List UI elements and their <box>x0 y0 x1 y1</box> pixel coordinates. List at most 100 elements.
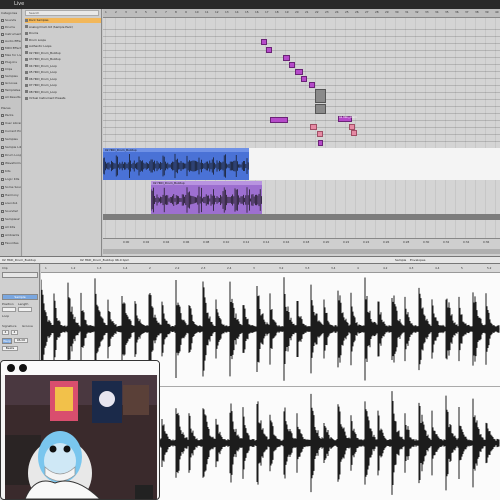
place-item[interactable]: Some Sources <box>1 185 21 190</box>
category-item[interactable]: Audio Effects <box>1 39 21 44</box>
midi-note[interactable] <box>315 104 326 114</box>
place-item[interactable]: Sounds2 <box>1 209 21 214</box>
midi-note[interactable] <box>261 39 267 45</box>
minimize-dot-icon[interactable] <box>19 364 27 372</box>
track-divider <box>103 85 500 86</box>
file-row[interactable]: 07 HKD_Drum_Loop <box>25 83 101 88</box>
warp-button[interactable]: Warp <box>2 338 12 344</box>
webcam-overlay <box>0 360 160 500</box>
place-item[interactable]: Sample Library <box>1 145 21 150</box>
category-item[interactable]: Instruments <box>1 32 21 37</box>
ruler-tick: 21 <box>305 10 309 14</box>
place-icon <box>1 137 4 141</box>
loop-label: Loop <box>2 314 10 318</box>
browser-search-input[interactable]: Search <box>25 10 99 16</box>
place-item[interactable]: Packs <box>1 113 21 118</box>
file-row[interactable]: 04 HKD_Drum_Loop <box>25 64 101 69</box>
place-item[interactable]: Kits <box>1 169 21 174</box>
file-row[interactable]: Virtual Instrument Presets <box>25 96 101 101</box>
midi-note[interactable] <box>301 76 307 82</box>
file-row[interactable]: 05 HKD_Drum_Loop <box>25 70 101 75</box>
envelope-tab[interactable]: Envelopes <box>410 258 425 262</box>
category-item[interactable]: MIDI Effects <box>1 46 21 51</box>
midi-note[interactable] <box>289 62 295 68</box>
arrangement-time-ruler[interactable]: 0:00 0:02 0:04 0:06 0:08 0:10 0:12 0:14 0:16 0:18… <box>103 238 500 256</box>
track-divider <box>103 120 500 121</box>
category-item[interactable]: Templates <box>1 88 21 93</box>
file-row[interactable]: 03 HKD_Drum_Buildup <box>25 57 101 62</box>
file-row[interactable]: Rock Samples <box>25 18 101 23</box>
sample-tab[interactable]: Sample <box>395 258 406 262</box>
midi-note[interactable] <box>283 55 290 61</box>
time-tick: 0:06 <box>183 240 190 244</box>
place-item[interactable]: Samples2 <box>1 217 21 222</box>
sig-num-field[interactable]: 4 <box>2 330 9 335</box>
position-field[interactable] <box>2 307 16 312</box>
place-item[interactable]: Samples <box>1 137 21 142</box>
length-field[interactable] <box>18 307 32 312</box>
place-icon <box>1 193 4 197</box>
ruler-tick: 32 <box>415 10 419 14</box>
category-item[interactable]: Drums <box>1 25 21 30</box>
ruler-tick: 27 <box>365 10 369 14</box>
midi-note[interactable] <box>266 47 272 53</box>
file-row[interactable]: 06 HKD_Drum_Loop <box>25 77 101 82</box>
midi-note[interactable] <box>317 131 323 137</box>
file-row[interactable]: Authentic Loops <box>25 44 101 49</box>
sample-button[interactable]: Sample <box>2 294 38 300</box>
close-dot-icon[interactable] <box>7 364 15 372</box>
file-icon <box>25 64 28 67</box>
place-item[interactable]: Ambients <box>1 233 21 238</box>
midi-note[interactable] <box>309 82 315 88</box>
audio-clip-1[interactable]: 02 HKD_Drum_Buildup <box>103 148 249 180</box>
place-item[interactable]: Drum Loops <box>1 153 21 158</box>
position-label: Position <box>2 302 14 306</box>
place-item[interactable]: sounds1 <box>1 201 21 206</box>
file-row[interactable]: Analog Drum Kit (Sample Pack) <box>25 25 101 30</box>
file-name: Virtual Instrument Presets <box>29 96 66 100</box>
category-item[interactable]: Plug-Ins <box>1 60 21 65</box>
midi-note[interactable] <box>318 140 323 146</box>
browser-sidebar: Categories Sounds Drums Instruments Audio Ef… <box>0 9 22 256</box>
arrangement-ruler[interactable]: 1 2 3 4 5 6 7 8 9 10 11 12 13 14 15 16 17 18 19 20 21 22 23 24 2… <box>103 9 500 18</box>
place-item[interactable]: Harmony <box>1 193 21 198</box>
scroll-bar[interactable] <box>103 249 500 254</box>
file-row[interactable]: 02 HKD_Drum_Buildup <box>25 51 101 56</box>
signature-label: Signature <box>2 324 17 328</box>
place-icon <box>1 209 4 213</box>
midi-note[interactable] <box>270 117 288 123</box>
category-item[interactable]: Samples <box>1 74 21 79</box>
track-divider <box>103 134 500 135</box>
category-item[interactable]: Grooves <box>1 81 21 86</box>
category-item[interactable]: Clips <box>1 67 21 72</box>
category-icon <box>1 60 4 64</box>
midi-note[interactable] <box>315 89 326 103</box>
file-row[interactable]: 08 HKD_Drum_Loop <box>25 90 101 95</box>
midi-note[interactable] <box>351 130 357 136</box>
place-icon <box>1 241 4 245</box>
clip-title: 02 HKD_Drum_Buildup 96.0 bpm <box>80 258 130 262</box>
category-item[interactable]: All Results <box>1 95 21 100</box>
track-divider <box>103 141 500 142</box>
audio-clip-2[interactable]: 02 HKD_Drum_Buildup <box>151 181 262 215</box>
arrangement-view[interactable]: 1 2 3 4 5 6 7 8 9 10 11 12 13 14 15 16 17 18 19 20 21 22 23 24 2… <box>103 9 500 250</box>
midi-note[interactable] <box>310 124 317 130</box>
place-item[interactable]: All Kits <box>1 225 21 230</box>
file-row[interactable]: Drum Loops <box>25 38 101 43</box>
sample-ruler[interactable]: 1 1.2 1.3 1.4 2 2.2 2.3 2.4 3 3.2 3.3 3.4 4 4.2 4.3 4.4… <box>41 264 500 273</box>
bpm-field[interactable]: 96.00 <box>14 338 28 343</box>
sig-den-field[interactable]: 4 <box>11 330 18 335</box>
place-item[interactable]: Waveformes <box>1 161 21 166</box>
place-item[interactable]: Current Project <box>1 129 21 134</box>
place-item[interactable]: Logic Kits <box>1 177 21 182</box>
place-item[interactable]: User Library <box>1 121 21 126</box>
midi-note[interactable] <box>295 69 303 75</box>
ruler-tick: 35 <box>445 10 449 14</box>
category-item[interactable]: Sounds <box>1 18 21 23</box>
file-row[interactable]: Drums <box>25 31 101 36</box>
place-item[interactable]: Favorites <box>1 241 21 246</box>
sample-ruler-tick: 2 <box>149 266 151 270</box>
category-item[interactable]: Max for Live <box>1 53 21 58</box>
clip-name-field[interactable] <box>2 272 38 278</box>
warp-mode-select[interactable]: Beats <box>2 346 18 351</box>
